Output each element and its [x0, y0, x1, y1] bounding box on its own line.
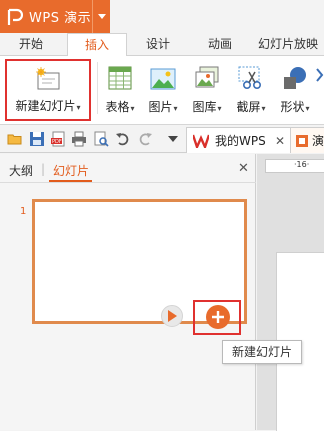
app-menu-button[interactable]: WPS 演示	[0, 0, 110, 33]
shape-label: 形状▾	[280, 100, 310, 114]
close-icon[interactable]: ✕	[238, 161, 249, 176]
picture-label: 图片▾	[148, 100, 178, 114]
screenshot-label: 截屏▾	[236, 100, 266, 114]
panel-divider	[0, 182, 256, 183]
title-bar: WPS 演示	[0, 0, 324, 33]
slide-number: 1	[20, 206, 27, 217]
tab-outline[interactable]: 大纲	[9, 162, 33, 179]
ribbon-separator	[97, 62, 98, 114]
more-icon[interactable]	[316, 68, 324, 82]
ruler-label: ·16·	[294, 160, 310, 169]
table-button[interactable]: 表格▾	[100, 56, 140, 116]
slides-panel: 大纲 | 幻灯片 ✕ 1	[0, 154, 256, 430]
wps-w-logo-icon	[193, 134, 209, 148]
redo-icon[interactable]	[137, 131, 153, 147]
chevron-down-icon[interactable]	[92, 0, 111, 33]
shape-button[interactable]: 形状▾	[275, 56, 315, 116]
editing-area: ·16·	[257, 154, 324, 431]
tab-home[interactable]: 开始	[8, 33, 54, 56]
new-slide-button[interactable]: 新建幻灯片▾	[5, 59, 91, 121]
gallery-icon	[194, 64, 220, 90]
table-icon	[108, 64, 132, 90]
chevron-down-icon[interactable]	[167, 133, 183, 149]
close-icon[interactable]: ✕	[275, 134, 285, 148]
tooltip: 新建幻灯片	[222, 340, 302, 364]
picture-button[interactable]: 图片▾	[143, 56, 183, 116]
ribbon-tab-bar: 开始 插入 设计 动画 幻灯片放映	[0, 33, 324, 59]
undo-icon[interactable]	[115, 131, 131, 147]
presentation-file-icon	[295, 134, 309, 148]
screenshot-button[interactable]: 截屏▾	[231, 56, 271, 116]
quick-access-bar: PDF 我的WPS ✕ 演	[0, 125, 324, 153]
new-slide-icon	[35, 65, 61, 91]
add-slide-button[interactable]	[206, 305, 230, 329]
app-name: WPS 演示	[29, 11, 92, 26]
wps-p-logo-icon	[5, 7, 25, 27]
save-icon[interactable]	[29, 131, 45, 147]
pdf-export-icon[interactable]: PDF	[50, 131, 66, 147]
new-slide-label: 新建幻灯片▾	[15, 99, 81, 113]
picture-icon	[150, 64, 176, 90]
table-label: 表格▾	[105, 100, 135, 114]
panel-tab-separator: |	[41, 162, 46, 176]
ribbon-panel: 新建幻灯片▾ 表格▾ 图片▾ 图库▾ 截屏▾ 形状▾	[0, 56, 324, 125]
plus-icon	[212, 311, 224, 323]
open-folder-icon[interactable]	[7, 131, 23, 147]
tab-slideshow[interactable]: 幻灯片放映	[258, 33, 324, 56]
doc-tab-presentation[interactable]: 演	[290, 127, 324, 153]
print-preview-icon[interactable]	[93, 131, 109, 147]
doc-tab-presentation-label: 演	[312, 134, 324, 148]
gallery-label: 图库▾	[192, 100, 222, 114]
play-icon[interactable]	[161, 305, 183, 327]
gallery-button[interactable]: 图库▾	[187, 56, 227, 116]
ruler: ·16·	[265, 159, 324, 173]
tab-slides[interactable]: 幻灯片	[53, 162, 89, 179]
tab-design[interactable]: 设计	[134, 33, 182, 56]
tab-animation[interactable]: 动画	[196, 33, 244, 56]
doc-tab-mywps[interactable]: 我的WPS ✕	[186, 127, 292, 153]
doc-tab-mywps-label: 我的WPS	[215, 134, 266, 148]
scissors-icon	[238, 64, 264, 90]
print-icon[interactable]	[71, 131, 87, 147]
shape-icon	[282, 64, 308, 90]
svg-text:PDF: PDF	[52, 139, 62, 145]
